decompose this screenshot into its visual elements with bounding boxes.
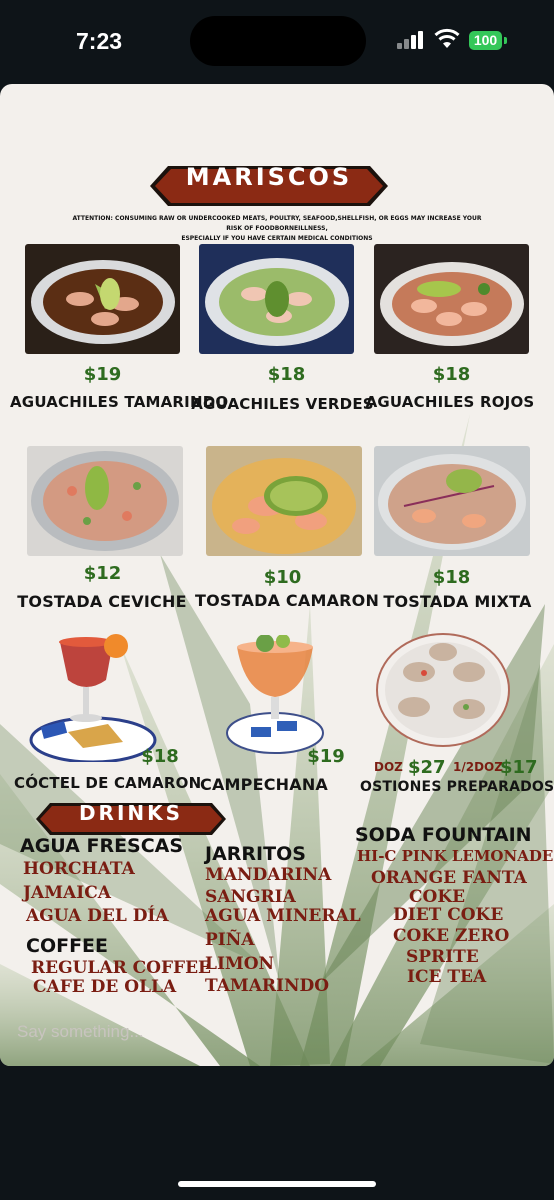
wifi-icon	[434, 28, 460, 48]
drink-item: HORCHATA	[23, 859, 135, 879]
item-name: OSTIONES PREPARADOS	[360, 779, 554, 795]
drink-item: HI-C PINK LEMONADE	[357, 847, 554, 865]
aguachiles-verdes-photo	[199, 244, 354, 354]
drink-item: LIMON	[205, 954, 275, 974]
price-label: $12	[83, 563, 122, 584]
drink-item: ICE TEA	[407, 967, 487, 987]
item-name: CÓCTEL DE CAMARON	[14, 774, 202, 792]
coctel-de-camaron-photo	[28, 632, 158, 764]
drink-item: COKE	[409, 887, 466, 907]
price-label: $18	[432, 567, 471, 588]
drink-item: AGUA DEL DÍA	[26, 906, 169, 926]
drink-item: COKE ZERO	[393, 926, 510, 946]
tostada-mixta-photo	[374, 446, 530, 556]
drink-item: JAMAICA	[23, 883, 111, 903]
status-bar: 7:23 100	[0, 0, 554, 84]
drink-item: TAMARINDO	[205, 976, 330, 996]
coffee-heading: COFFEE	[26, 935, 109, 957]
item-name: AGUACHILES ROJOS	[365, 393, 535, 411]
drink-item: CAFE DE OLLA	[33, 977, 177, 997]
drink-item: DIET COKE	[393, 905, 504, 925]
drink-item: ORANGE FANTA	[371, 868, 527, 888]
drink-item: REGULAR COFFEE	[31, 958, 212, 978]
tostada-camaron-photo	[206, 446, 362, 556]
price-label: $27	[408, 757, 446, 778]
item-name: TOSTADA CEVICHE	[17, 592, 187, 611]
cellular-signal-icon	[397, 31, 425, 49]
aguachiles-rojos-photo	[374, 244, 529, 354]
ostiones-doz-label: DOZ	[374, 760, 403, 774]
menu-title: MARISCOS	[185, 163, 353, 191]
drink-item: AGUA MINERAL	[205, 906, 361, 926]
dynamic-island	[190, 16, 366, 66]
item-name: CAMPECHANA	[200, 775, 328, 794]
item-name: TOSTADA CAMARON	[195, 591, 380, 610]
battery-indicator: 100	[469, 31, 502, 50]
home-indicator[interactable]	[178, 1181, 376, 1187]
ostiones-photo	[374, 627, 512, 749]
campechana-photo	[225, 634, 325, 755]
item-name: AGUACHILES TAMARINDO	[10, 393, 229, 411]
price-label: $19	[307, 746, 345, 767]
soda-fountain-heading: SODA FOUNTAIN	[355, 824, 532, 846]
tostada-ceviche-photo	[27, 446, 183, 556]
price-label: $19	[83, 364, 122, 385]
allergy-warning: ATTENTION: CONSUMING RAW OR UNDERCOOKED …	[72, 215, 482, 242]
agua-frescas-heading: AGUA FRESCAS	[20, 835, 184, 857]
price-label: $10	[263, 567, 302, 588]
price-label: $18	[432, 364, 471, 385]
drink-item: MANDARINA	[205, 865, 332, 885]
say-something-input[interactable]: Say something...	[17, 1022, 144, 1042]
drinks-title: DRINKS	[78, 801, 184, 825]
item-name: TOSTADA MIXTA	[383, 592, 532, 611]
price-label: $18	[267, 364, 306, 385]
menu-image-card[interactable]: MARISCOS ATTENTION: CONSUMING RAW OR UND…	[0, 84, 554, 1066]
aguachiles-tamarindo-photo	[25, 244, 180, 354]
drink-item: PIÑA	[205, 930, 255, 950]
status-time: 7:23	[76, 28, 123, 54]
drink-item: SPRITE	[406, 947, 479, 967]
drink-item: SANGRIA	[205, 887, 296, 907]
item-name: AGUACHILES VERDES	[191, 395, 374, 413]
battery-tip	[504, 37, 507, 44]
jarritos-heading: JARRITOS	[205, 843, 306, 865]
ostiones-half-doz-label: 1/2DOZ	[453, 760, 503, 774]
price-label: $17	[500, 757, 538, 778]
price-label: $18	[141, 746, 179, 767]
